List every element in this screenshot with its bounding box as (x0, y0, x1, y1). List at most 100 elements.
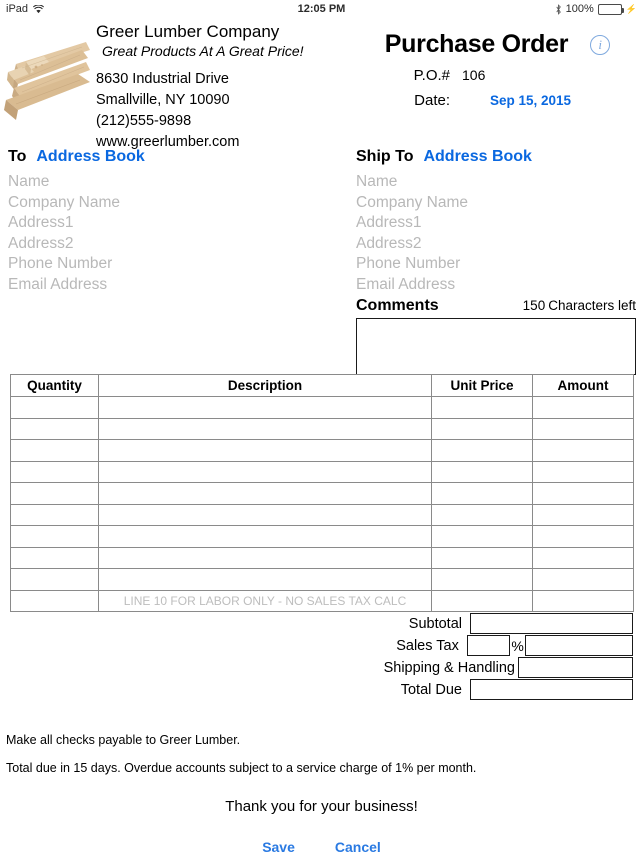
cell-description[interactable] (98, 525, 432, 548)
document-meta: Purchase Order i P.O.# 106 Date: Sep 15,… (352, 18, 643, 109)
cell-unit-price[interactable] (431, 589, 533, 612)
status-bar-right: 100% ⚡ (555, 3, 637, 15)
totals-section: Subtotal Sales Tax % Shipping & Handling… (370, 613, 633, 701)
ship-to-address1-field[interactable]: Address1 (356, 213, 636, 234)
cell-amount[interactable] (532, 417, 634, 440)
comments-input[interactable] (356, 318, 636, 375)
cell-unit-price[interactable] (431, 546, 533, 569)
line-items-table-wrapper: Quantity Description Unit Price Amount L… (10, 374, 634, 612)
labor-row-note[interactable]: LINE 10 FOR LABOR ONLY - NO SALES TAX CA… (98, 589, 432, 612)
bill-to-address2-field[interactable]: Address2 (8, 234, 348, 255)
thank-you-note: Thank you for your business! (225, 798, 418, 815)
bluetooth-icon (555, 3, 562, 15)
shipping-handling-input[interactable] (518, 657, 633, 678)
bill-to-address1-field[interactable]: Address1 (8, 213, 348, 234)
date-value[interactable]: Sep 15, 2015 (450, 93, 571, 108)
subtotal-row: Subtotal (370, 613, 633, 634)
cell-amount[interactable] (532, 568, 634, 591)
company-tagline: Great Products At A Great Price! (102, 43, 304, 59)
cell-amount[interactable] (532, 482, 634, 505)
cell-quantity[interactable] (10, 482, 99, 505)
ship-to-name-field[interactable]: Name (356, 172, 636, 193)
document-footer: Make all checks payable to Greer Lumber.… (0, 726, 643, 855)
cell-quantity[interactable] (10, 568, 99, 591)
cell-amount[interactable] (532, 546, 634, 569)
column-header-amount: Amount (532, 374, 634, 397)
cell-quantity[interactable] (10, 460, 99, 483)
table-row (10, 525, 634, 548)
ship-to-company-field[interactable]: Company Name (356, 193, 636, 214)
po-number-value: 106 (462, 67, 486, 83)
cell-unit-price[interactable] (431, 439, 533, 462)
ship-to-label: Ship To (356, 148, 414, 165)
cell-quantity[interactable] (10, 589, 99, 612)
cell-amount[interactable] (532, 589, 634, 612)
table-row (10, 460, 634, 483)
cell-amount[interactable] (532, 439, 634, 462)
battery-icon (597, 3, 624, 15)
terms-note: Total due in 15 days. Overdue accounts s… (6, 761, 477, 775)
bill-to-company-field[interactable]: Company Name (8, 193, 348, 214)
bill-to-name-field[interactable]: Name (8, 172, 348, 193)
lightning-bolt-icon: ⚡ (625, 3, 637, 14)
bill-to-phone-field[interactable]: Phone Number (8, 254, 348, 275)
cell-amount[interactable] (532, 503, 634, 526)
cell-unit-price[interactable] (431, 525, 533, 548)
cell-quantity[interactable] (10, 439, 99, 462)
company-address-line2: Smallville, NY 10090 (96, 92, 230, 108)
ship-to-address-book-link[interactable]: Address Book (423, 148, 531, 166)
payable-note: Make all checks payable to Greer Lumber. (6, 733, 241, 747)
cell-unit-price[interactable] (431, 482, 533, 505)
company-info: Greer Lumber Company Great Products At A… (96, 21, 304, 153)
bill-to-block: To Address Book Name Company Name Addres… (8, 148, 348, 295)
cell-unit-price[interactable] (431, 503, 533, 526)
cell-quantity[interactable] (10, 396, 99, 419)
po-number-row: P.O.# 106 (352, 67, 643, 84)
comments-label: Comments (356, 297, 439, 314)
cell-unit-price[interactable] (431, 568, 533, 591)
table-row-labor: LINE 10 FOR LABOR ONLY - NO SALES TAX CA… (10, 589, 634, 612)
sales-tax-label: Sales Tax (396, 637, 459, 654)
cell-quantity[interactable] (10, 417, 99, 440)
bill-to-label: To (8, 148, 27, 165)
status-bar-clock: 12:05 PM (297, 3, 346, 15)
cell-description[interactable] (98, 482, 432, 505)
bill-to-email-field[interactable]: Email Address (8, 275, 348, 296)
cell-amount[interactable] (532, 396, 634, 419)
ship-to-address2-field[interactable]: Address2 (356, 234, 636, 255)
info-icon[interactable]: i (590, 34, 611, 55)
bill-to-address-book-link[interactable]: Address Book (36, 148, 144, 166)
cell-unit-price[interactable] (431, 460, 533, 483)
cell-amount[interactable] (532, 460, 634, 483)
table-row (10, 503, 634, 526)
cell-amount[interactable] (532, 525, 634, 548)
cancel-button[interactable]: Cancel (335, 839, 381, 855)
bill-to-header: To Address Book (8, 148, 348, 172)
cell-quantity[interactable] (10, 503, 99, 526)
column-header-description: Description (98, 374, 432, 397)
ship-to-email-field[interactable]: Email Address (356, 275, 636, 296)
cell-description[interactable] (98, 460, 432, 483)
sales-tax-rate-input[interactable] (466, 635, 511, 656)
battery-percent-label: 100% (565, 3, 594, 15)
cell-description[interactable] (98, 568, 432, 591)
table-row (10, 396, 634, 419)
cell-quantity[interactable] (10, 525, 99, 548)
save-button[interactable]: Save (262, 839, 295, 855)
cell-description[interactable] (98, 396, 432, 419)
ship-to-header: Ship To Address Book (356, 148, 636, 172)
subtotal-label: Subtotal (408, 615, 462, 632)
company-address: 8630 Industrial Drive Smallville, NY 100… (96, 69, 304, 153)
ship-to-phone-field[interactable]: Phone Number (356, 254, 636, 275)
cell-description[interactable] (98, 503, 432, 526)
ship-to-block: Ship To Address Book Name Company Name A… (356, 148, 636, 375)
cell-description[interactable] (98, 439, 432, 462)
cell-unit-price[interactable] (431, 396, 533, 419)
characters-left-label: Characters left (548, 298, 636, 313)
date-label: Date: (414, 92, 450, 109)
cell-quantity[interactable] (10, 546, 99, 569)
cell-description[interactable] (98, 546, 432, 569)
address-section: To Address Book Name Company Name Addres… (0, 148, 643, 375)
cell-description[interactable] (98, 417, 432, 440)
cell-unit-price[interactable] (431, 417, 533, 440)
